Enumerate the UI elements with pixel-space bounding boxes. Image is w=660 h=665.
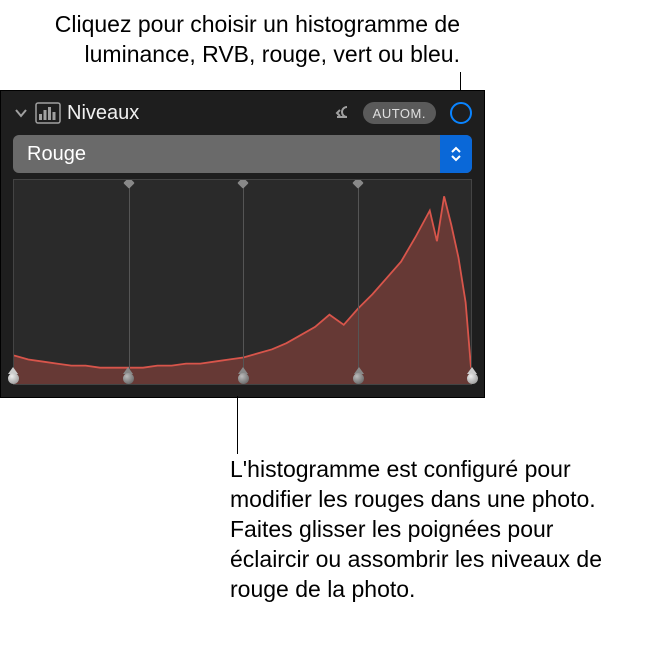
disclosure-chevron-icon[interactable]	[13, 105, 29, 121]
auto-button[interactable]: AUTOM.	[363, 102, 436, 124]
panel-header: Niveaux AUTOM.	[1, 91, 484, 135]
channel-dropdown-label: Rouge	[13, 143, 440, 166]
dropdown-arrows-icon	[440, 135, 472, 173]
levels-panel: Niveaux AUTOM. Rouge	[0, 90, 485, 398]
levels-handle[interactable]	[5, 367, 21, 387]
panel-title: Niveaux	[67, 102, 329, 125]
histogram-area	[1, 179, 484, 397]
channel-dropdown-row: Rouge	[1, 135, 484, 179]
levels-handle[interactable]	[120, 367, 136, 387]
grid-line	[129, 180, 130, 384]
grid-line	[243, 180, 244, 384]
grid-line	[358, 180, 359, 384]
callout-bottom-text: L'histogramme est configuré pour modifie…	[230, 455, 630, 604]
levels-icon	[35, 102, 61, 124]
levels-handle[interactable]	[235, 367, 251, 387]
histogram-box	[13, 179, 472, 385]
levels-handle[interactable]	[464, 367, 480, 387]
channel-dropdown[interactable]: Rouge	[13, 135, 472, 173]
levels-handle[interactable]	[351, 367, 367, 387]
enable-toggle-ring[interactable]	[450, 102, 472, 124]
callout-leader-line-bottom	[237, 396, 238, 454]
undo-icon[interactable]	[335, 103, 355, 123]
callout-top-text: Cliquez pour choisir un histogramme de l…	[20, 10, 460, 70]
